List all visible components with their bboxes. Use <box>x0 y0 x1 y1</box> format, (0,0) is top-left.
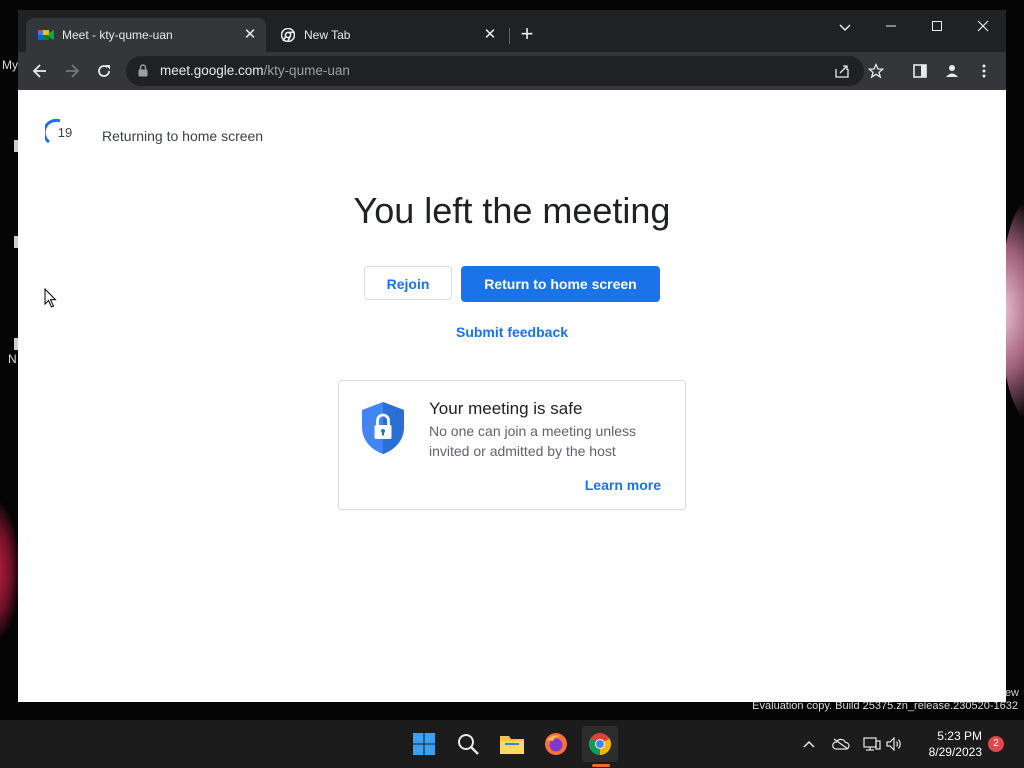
rejoin-button[interactable]: Rejoin <box>364 266 452 300</box>
maximize-icon <box>932 21 942 31</box>
tab-title: Meet - kty-qume-uan <box>62 28 173 42</box>
forward-arrow-icon <box>66 64 80 78</box>
minimize-icon <box>886 25 896 27</box>
returning-message: Returning to home screen <box>102 128 264 144</box>
speaker-icon <box>886 737 901 751</box>
profile-button[interactable] <box>940 59 964 83</box>
share-button[interactable] <box>830 59 854 83</box>
active-app-indicator <box>592 764 610 767</box>
reload-icon <box>98 65 110 77</box>
wallpaper-swirl-left <box>0 500 20 640</box>
chrome-window: Meet - kty-qume-uan ✕ New Tab ✕ + meet.g… <box>18 10 1006 702</box>
firefox-icon <box>545 733 567 755</box>
address-bar[interactable]: meet.google.com/kty-qume-uan <box>126 56 884 86</box>
close-icon <box>977 20 989 32</box>
search-icon <box>458 734 479 755</box>
learn-more-link[interactable]: Learn more <box>585 477 661 493</box>
watermark-fragment: ew <box>1004 687 1019 699</box>
start-button[interactable] <box>406 726 442 762</box>
url-path: /kty-qume-uan <box>263 63 350 78</box>
close-tab-icon[interactable]: ✕ <box>240 25 260 45</box>
submit-feedback-label[interactable]: Submit feedback <box>456 324 568 340</box>
desktop-icon-label[interactable]: My <box>2 58 18 72</box>
bookmark-button[interactable] <box>864 59 888 83</box>
page-title: You left the meeting <box>353 190 671 231</box>
new-tab-button[interactable]: + <box>516 23 538 46</box>
url-host: meet.google.com <box>160 63 264 78</box>
menu-button[interactable] <box>972 59 996 83</box>
tab-new-tab[interactable]: New Tab ✕ <box>268 18 506 52</box>
firefox-button[interactable] <box>538 726 574 762</box>
submit-feedback-link: Submit feedback <box>18 324 1006 340</box>
taskbar: 5:23 PM 8/29/2023 2 <box>0 720 1024 768</box>
shield-lock-icon <box>361 401 405 460</box>
clock-date: 8/29/2023 <box>928 745 982 759</box>
more-vert-icon <box>982 64 986 78</box>
profile-icon <box>946 65 958 77</box>
show-hidden-icons-button[interactable] <box>800 735 818 753</box>
google-meet-icon <box>38 27 54 43</box>
back-button[interactable] <box>28 59 52 83</box>
file-explorer-icon <box>500 736 524 754</box>
chrome-icon <box>280 27 296 43</box>
minimize-button[interactable] <box>868 10 914 42</box>
countdown-number: 19 <box>57 125 73 140</box>
meeting-safe-card: Your meeting is safe No one can join a m… <box>338 380 686 510</box>
safe-card-description: No one can join a meeting unless invited… <box>429 423 637 459</box>
taskbar-search-button[interactable] <box>450 726 486 762</box>
chrome-icon <box>589 733 611 755</box>
tab-meet[interactable]: Meet - kty-qume-uan ✕ <box>26 18 266 52</box>
safe-card-title: Your meeting is safe <box>429 399 583 418</box>
chrome-taskbar-button[interactable] <box>582 726 618 762</box>
side-panel-icon <box>913 64 927 78</box>
forward-button[interactable] <box>60 59 84 83</box>
chevron-up-icon <box>803 740 815 748</box>
desktop-icon-label[interactable]: N <box>8 352 17 366</box>
notification-badge[interactable]: 2 <box>988 736 1004 752</box>
chevron-down-icon <box>839 24 851 32</box>
clock[interactable]: 5:23 PM 8/29/2023 <box>912 728 982 760</box>
onedrive-button[interactable] <box>832 735 850 753</box>
tab-search-button[interactable] <box>830 16 860 40</box>
windows-start-icon <box>413 733 435 755</box>
reload-button[interactable] <box>92 59 116 83</box>
url-text: meet.google.com/kty-qume-uan <box>160 63 350 78</box>
file-explorer-button[interactable] <box>494 726 530 762</box>
lock-icon[interactable] <box>138 64 148 82</box>
clock-time: 5:23 PM <box>937 729 982 743</box>
star-icon <box>868 63 884 79</box>
share-icon <box>835 65 849 78</box>
network-icon <box>863 737 881 751</box>
tab-separator <box>509 28 510 44</box>
browser-toolbar: meet.google.com/kty-qume-uan <box>18 52 1006 90</box>
volume-button[interactable] <box>886 735 904 753</box>
countdown-timer: 19 <box>45 118 75 148</box>
return-home-button[interactable]: Return to home screen <box>461 266 660 302</box>
close-tab-icon[interactable]: ✕ <box>480 25 500 45</box>
tab-title: New Tab <box>304 28 351 42</box>
close-window-button[interactable] <box>960 10 1006 42</box>
meet-left-page: 19 Returning to home screen You left the… <box>18 90 1006 702</box>
title-bar: Meet - kty-qume-uan ✕ New Tab ✕ + <box>18 10 1006 52</box>
side-panel-button[interactable] <box>908 59 932 83</box>
network-button[interactable] <box>863 735 881 753</box>
mouse-pointer-icon <box>44 287 57 313</box>
back-arrow-icon <box>32 64 46 78</box>
cloud-offline-icon <box>832 738 850 750</box>
maximize-button[interactable] <box>914 10 960 42</box>
